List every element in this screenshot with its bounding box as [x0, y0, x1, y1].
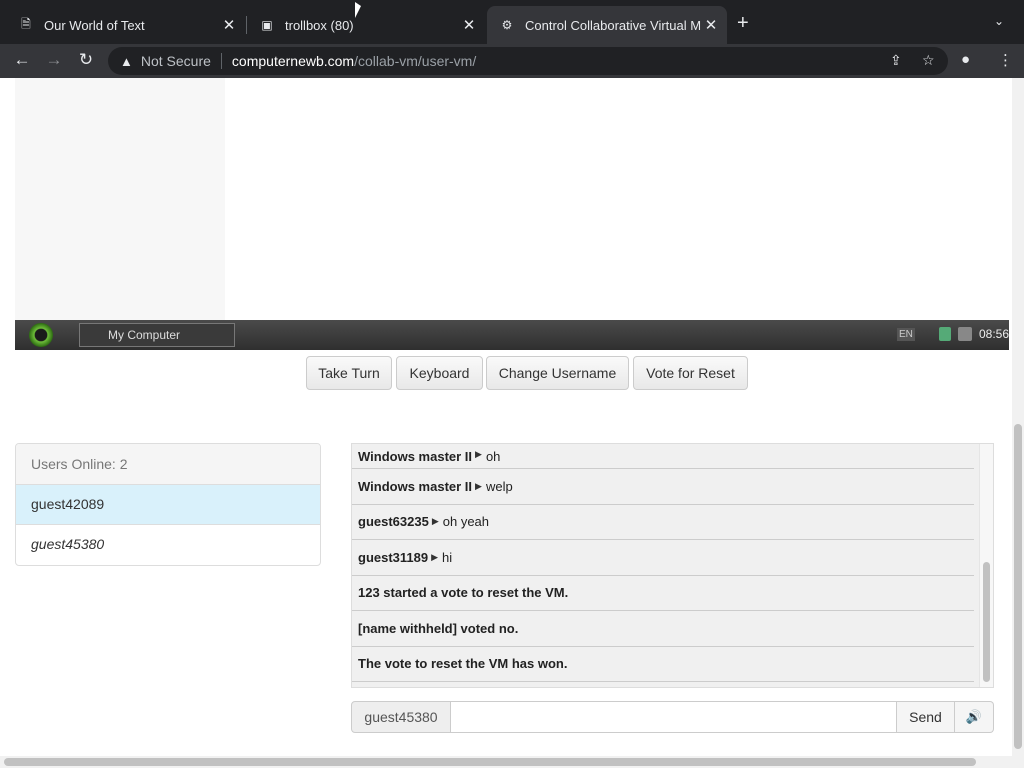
caret-right-icon: ▶ — [431, 551, 439, 562]
chat-messages: Windows master II ▶ oh Windows master II ▶ w… — [352, 444, 974, 682]
tab-title: Control Collaborative Virtual M — [525, 17, 701, 33]
page-horizontal-scrollbar[interactable] — [0, 756, 1012, 768]
tab-trollbox[interactable]: ▣ trollbox (80) ✕ — [247, 6, 485, 44]
chat-text: oh yeah — [442, 514, 490, 530]
address-bar[interactable]: ▲ Not Secure computernewb.com/collab-vm/… — [108, 47, 948, 75]
close-tab-icon[interactable]: ✕ — [459, 16, 479, 34]
collabvm-favicon-icon: ⚙ — [501, 18, 513, 32]
chat-message: guest31189 ▶ hi — [352, 540, 974, 576]
chat-message: guest63235 ▶ oh yeah — [352, 505, 974, 540]
chevron-down-icon[interactable]: ⌄ — [994, 14, 1004, 28]
kebab-menu-icon[interactable]: ⋮ — [998, 51, 1013, 69]
back-arrow-icon[interactable]: ← — [11, 50, 33, 70]
caret-right-icon: ▶ — [431, 516, 439, 527]
speaker-icon[interactable]: 🔊 — [955, 701, 994, 733]
vote-reset-button[interactable]: Vote for Reset — [633, 356, 748, 390]
owot-favicon-icon: 🗎 — [21, 16, 31, 31]
users-online-panel: Users Online: 2 guest42089 guest45380 — [15, 443, 321, 566]
chat-system-message: 123 started a vote to reset the VM. — [352, 576, 974, 611]
keyboard-button[interactable]: Keyboard — [396, 356, 483, 390]
browser-toolbar: ← → ↻ ▲ Not Secure computernewb.com/coll… — [0, 44, 1024, 78]
vm-language-indicator[interactable]: EN — [897, 328, 915, 341]
send-button[interactable]: Send — [897, 701, 955, 733]
page-content: My Computer EN 08:56 Take Turn Keyboard … — [0, 78, 1024, 768]
vm-tray-device-icon[interactable] — [958, 327, 972, 341]
chat-system-message: [name withheld] voted no. — [352, 611, 974, 647]
forward-arrow-icon[interactable]: → — [43, 50, 65, 70]
caret-right-icon: ▶ — [475, 449, 482, 459]
chat-system-message: The vote to reset the VM has won. — [352, 647, 974, 682]
current-username-label: guest45380 — [351, 701, 451, 733]
tab-collabvm[interactable]: ⚙ Control Collaborative Virtual M ✕ — [487, 6, 727, 44]
omnibox-divider — [220, 53, 222, 69]
page-horizontal-scrollbar-thumb[interactable] — [4, 758, 976, 766]
tab-our-world-of-text[interactable]: 🗎 Our World of Text ✕ — [0, 6, 245, 44]
vm-start-button[interactable] — [29, 323, 53, 347]
tab-strip: 🗎 Our World of Text ✕ ▣ trollbox (80) ✕ … — [0, 0, 1024, 44]
chat-log[interactable]: Windows master II ▶ oh Windows master II ▶ w… — [351, 443, 994, 688]
take-turn-button[interactable]: Take Turn — [306, 356, 392, 390]
chat-username: Windows master II — [358, 478, 473, 494]
vm-controls: Take Turn Keyboard Change Username Vote … — [0, 356, 1024, 390]
vm-taskbar-item[interactable]: My Computer — [79, 323, 235, 347]
change-username-button[interactable]: Change Username — [486, 356, 629, 390]
url-path: /collab-vm/user-vm/ — [354, 53, 477, 69]
mouse-cursor-icon — [355, 2, 361, 18]
tab-title: Our World of Text — [44, 17, 145, 33]
chat-message-input[interactable] — [451, 701, 897, 733]
chat-input-row: guest45380 Send 🔊 — [351, 701, 994, 733]
bookmark-star-icon[interactable]: ☆ — [922, 52, 935, 69]
trollbox-favicon-icon: ▣ — [261, 18, 273, 32]
vm-taskbar[interactable]: My Computer EN 08:56 — [15, 320, 1009, 350]
page-vertical-scrollbar-thumb[interactable] — [1014, 424, 1022, 749]
chat-text: hi — [442, 549, 453, 565]
close-tab-icon[interactable]: ✕ — [701, 16, 721, 34]
share-icon[interactable]: ⇪ — [890, 52, 902, 69]
vm-tray-network-icon[interactable] — [939, 327, 951, 341]
chat-scrollbar-thumb[interactable] — [983, 562, 990, 682]
chat-text: oh — [485, 449, 501, 464]
tab-title: trollbox (80) — [285, 17, 354, 33]
security-label[interactable]: Not Secure — [141, 53, 211, 69]
users-online-header: Users Online: 2 — [16, 444, 320, 485]
page-vertical-scrollbar[interactable] — [1012, 78, 1024, 768]
vm-clock[interactable]: 08:56 — [979, 327, 1009, 341]
new-tab-icon[interactable]: + — [737, 12, 749, 35]
vm-desktop-panel — [15, 78, 225, 320]
chat-username: guest63235 — [358, 514, 429, 530]
profile-avatar-icon[interactable]: ● — [961, 51, 970, 68]
chat-text: welp — [485, 478, 513, 494]
user-list-item[interactable]: guest42089 — [16, 485, 320, 525]
close-tab-icon[interactable]: ✕ — [219, 16, 239, 34]
reload-icon[interactable]: ↻ — [75, 50, 97, 70]
vm-display[interactable] — [15, 78, 1009, 320]
chat-message: Windows master II ▶ welp — [352, 469, 974, 505]
url-host: computernewb.com — [231, 53, 355, 69]
user-list-item[interactable]: guest45380 — [16, 525, 320, 565]
caret-right-icon: ▶ — [475, 480, 482, 491]
warning-icon: ▲ — [120, 53, 133, 69]
chat-username: guest31189 — [358, 549, 429, 565]
chat-message: Windows master II ▶ oh — [352, 444, 974, 469]
chat-username: Windows master II — [358, 449, 473, 464]
